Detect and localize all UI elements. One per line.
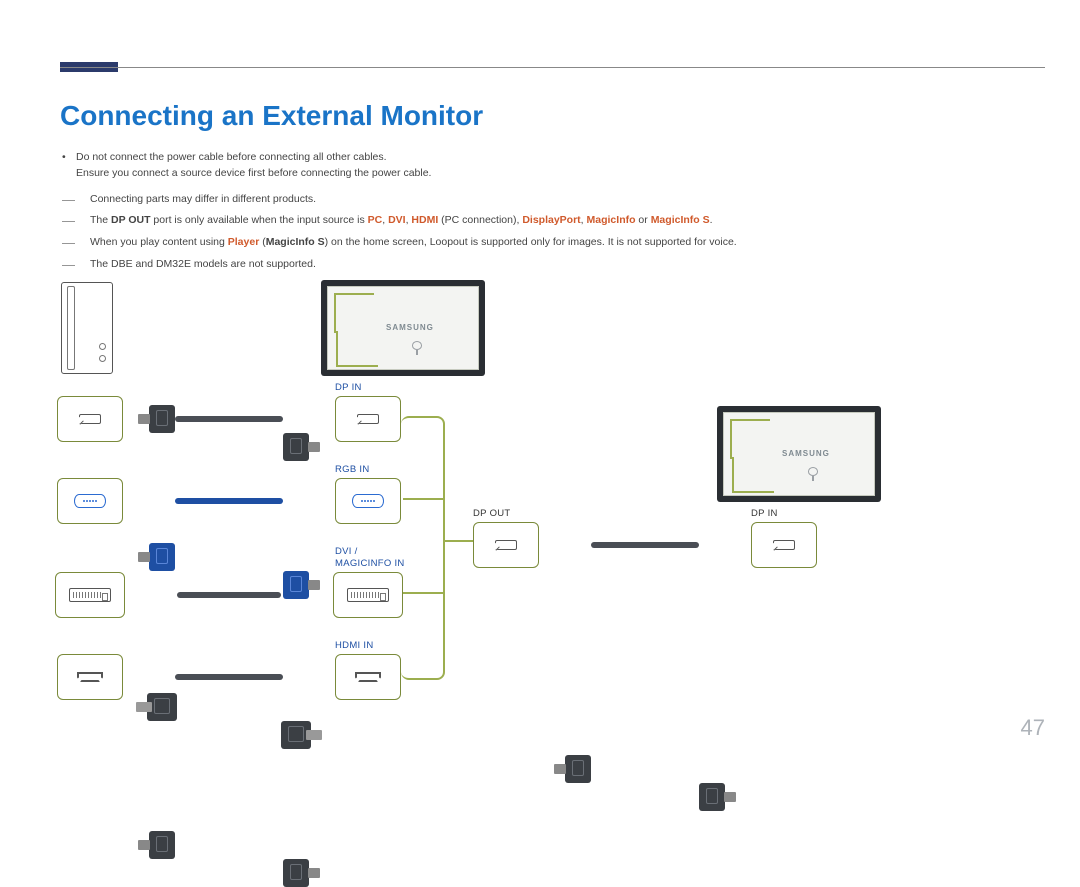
header-rule	[60, 67, 1045, 68]
label-dp-out: DP OUT	[473, 508, 511, 519]
port-dvi-source	[55, 572, 125, 618]
chain-line-icon	[443, 540, 473, 542]
dp-plug-icon	[565, 755, 591, 783]
bullet-text-cont: Ensure you connect a source device first…	[76, 167, 431, 179]
hdmi-plug-icon	[149, 831, 175, 859]
monitor-icon: SAMSUNG	[717, 406, 881, 502]
dp-plug-icon	[149, 405, 175, 433]
monitor-logo: SAMSUNG	[782, 449, 830, 458]
cable-icon	[175, 498, 283, 504]
dash-icon: ―	[62, 235, 90, 251]
dash-icon: ―	[62, 257, 90, 273]
port-dp-out	[473, 522, 539, 568]
note-text: When you play content using Player (Magi…	[90, 235, 737, 251]
vga-plug-icon	[283, 571, 309, 599]
note-item: ― Connecting parts may differ in differe…	[62, 192, 737, 208]
dvi-plug-icon	[147, 693, 177, 721]
chain-line-icon	[403, 498, 443, 500]
port-hdmi-in	[335, 654, 401, 700]
note-text: Connecting parts may differ in different…	[90, 193, 316, 205]
bullet-item: • Do not connect the power cable before …	[62, 150, 737, 182]
label-dp-in: DP IN	[335, 382, 362, 393]
port-vga-source	[57, 478, 123, 524]
port-rgb-in	[335, 478, 401, 524]
dp-plug-icon	[283, 433, 309, 461]
dvi-plug-icon	[281, 721, 311, 749]
port-dp-in	[335, 396, 401, 442]
dash-icon: ―	[62, 192, 90, 208]
label-hdmi-in: HDMI IN	[335, 640, 374, 651]
port-dp-source	[57, 396, 123, 442]
port-hdmi-source	[57, 654, 123, 700]
cable-icon	[175, 674, 283, 680]
label-dp-in-2: DP IN	[751, 508, 778, 519]
port-dvi-in	[333, 572, 403, 618]
dp-plug-icon	[699, 783, 725, 811]
page-number: 47	[1021, 715, 1045, 741]
vga-plug-icon	[149, 543, 175, 571]
note-text: The DBE and DM32E models are not support…	[90, 258, 316, 270]
note-text: The DP OUT port is only available when t…	[90, 213, 713, 229]
chain-line-icon	[403, 592, 443, 594]
port-dp-in-2	[751, 522, 817, 568]
note-item: ― The DP OUT port is only available when…	[62, 213, 737, 229]
monitor-logo: SAMSUNG	[386, 323, 434, 332]
bullet-text: Do not connect the power cable before co…	[76, 151, 387, 163]
dash-icon: ―	[62, 213, 90, 229]
connection-diagram: SAMSUNG SAMSUNG DP IN RGB IN DVI / MAGIC…	[55, 282, 955, 722]
cable-icon	[175, 416, 283, 422]
computer-tower-icon	[61, 282, 113, 374]
monitor-icon: SAMSUNG	[321, 280, 485, 376]
hdmi-plug-icon	[283, 859, 309, 887]
cable-icon	[591, 542, 699, 548]
note-item: ― The DBE and DM32E models are not suppo…	[62, 257, 737, 273]
cable-icon	[177, 592, 281, 598]
bullet-dot-icon: •	[62, 150, 76, 182]
label-rgb-in: RGB IN	[335, 464, 370, 475]
note-item: ― When you play content using Player (Ma…	[62, 235, 737, 251]
chain-line-icon	[401, 416, 445, 680]
page-title: Connecting an External Monitor	[60, 100, 483, 132]
intro-text-block: • Do not connect the power cable before …	[62, 150, 737, 273]
